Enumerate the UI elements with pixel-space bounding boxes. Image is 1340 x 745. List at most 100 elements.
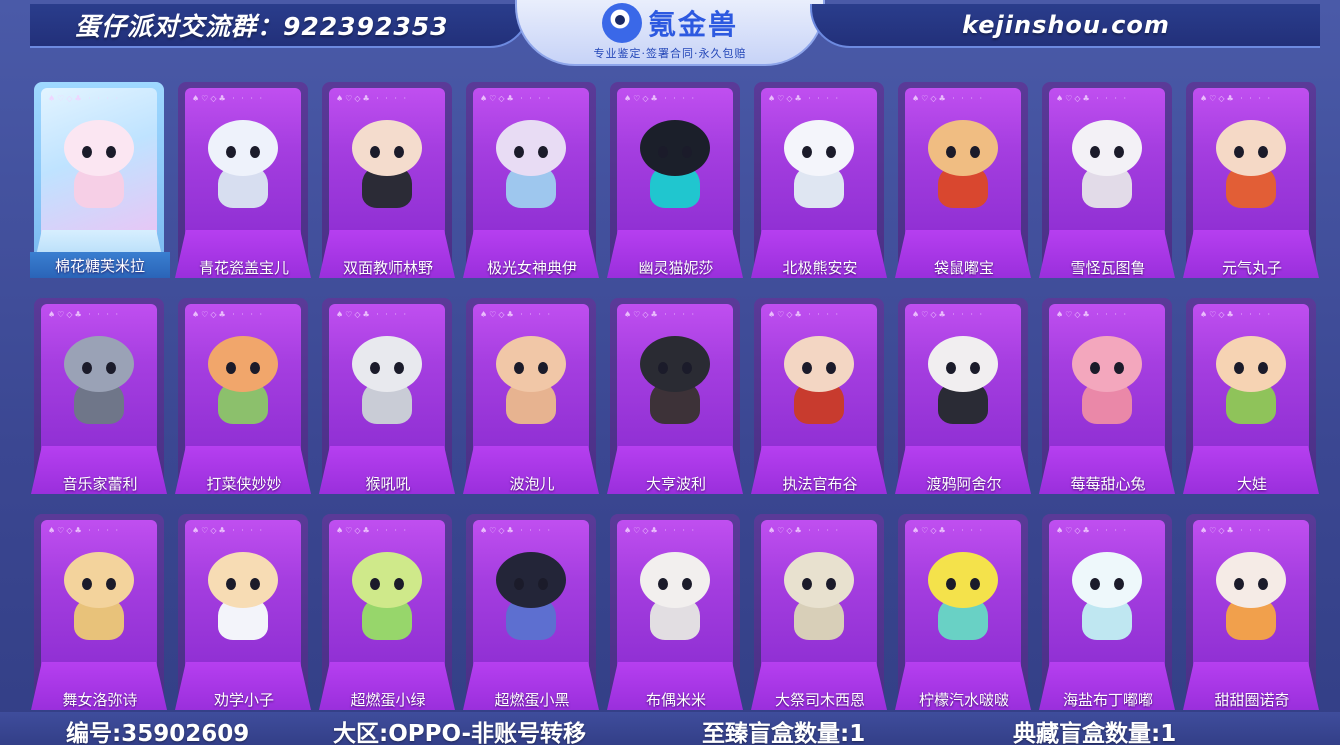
character-figure (348, 336, 426, 428)
site-url[interactable]: kejinshou.com (962, 11, 1170, 39)
skin-card[interactable]: ♠♡◇♣ · · · · 大祭司木西恩 (748, 512, 892, 728)
skin-name: 袋鼠嘟宝 (933, 258, 994, 277)
skin-card[interactable]: ♠♡◇♣ · · · · 北极熊安安 (748, 80, 892, 296)
card-suit-marks: ♠♡◇♣ · · · · (768, 310, 841, 319)
figure-head (1072, 552, 1142, 608)
skin-name: 劝学小子 (213, 690, 274, 709)
character-figure (1212, 552, 1290, 644)
card-suit-marks: ♠♡◇♣ · · · · (192, 310, 265, 319)
figure-eye (1090, 578, 1100, 590)
character-figure (204, 552, 282, 644)
figure-head (784, 336, 854, 392)
skin-name: 超燃蛋小黑 (494, 690, 570, 709)
logo-row: 氪金兽 (601, 3, 738, 43)
figure-eye (514, 578, 524, 590)
skin-card[interactable]: ♠♡◇♣ · · · · 幽灵猫妮莎 (604, 80, 748, 296)
figure-eye (226, 146, 236, 158)
figure-head (784, 552, 854, 608)
figure-head (496, 552, 566, 608)
figure-eye (826, 578, 836, 590)
figure-head (352, 336, 422, 392)
site-info-panel: kejinshou.com (810, 4, 1320, 48)
character-figure (780, 336, 858, 428)
account-id: 编号:35902609 (66, 721, 250, 745)
skin-card[interactable]: ♠♡◇♣ · · · · 猴吼吼 (316, 296, 460, 512)
figure-head (1216, 336, 1286, 392)
skin-name: 海盐布丁嘟嘟 (1062, 690, 1153, 709)
figure-eye (514, 362, 524, 374)
figure-eye (538, 146, 548, 158)
figure-head (64, 120, 134, 176)
skin-card[interactable]: ♠♡◇♣ · · · · 音乐家蕾利 (28, 296, 172, 512)
skin-card[interactable]: ♠♡◇♣ · · · · 青花瓷盖宝儿 (172, 80, 316, 296)
character-figure (492, 336, 570, 428)
skin-card[interactable]: ♠♡◇♣ · · · · 双面教师林野 (316, 80, 460, 296)
figure-eye (250, 578, 260, 590)
card-suit-marks: ♠♡◇♣ · · · · (1200, 94, 1273, 103)
skin-name: 大亨波利 (645, 474, 706, 493)
skin-card[interactable]: ♠♡◇♣ · · · · 超燃蛋小绿 (316, 512, 460, 728)
skin-card[interactable]: ♠♡◇♣ · · · · 大亨波利 (604, 296, 748, 512)
character-figure (1068, 336, 1146, 428)
card-suit-marks: ♠♡◇♣ · · · · (48, 94, 121, 103)
skin-card[interactable]: ♠♡◇♣ · · · · 劝学小子 (172, 512, 316, 728)
character-figure (60, 336, 138, 428)
figure-eye (970, 578, 980, 590)
figure-eye (826, 362, 836, 374)
character-figure (1212, 120, 1290, 212)
figure-eye (1090, 362, 1100, 374)
figure-head (640, 552, 710, 608)
skin-card[interactable]: ♠♡◇♣ · · · · 雪怪瓦图鲁 (1036, 80, 1180, 296)
skin-name: 极光女神典伊 (486, 258, 577, 277)
figure-eye (1234, 362, 1244, 374)
brand-logo[interactable]: 氪金兽 专业鉴定·签署合同·永久包赔 (515, 0, 825, 66)
figure-eye (394, 578, 404, 590)
figure-head (928, 336, 998, 392)
character-figure (60, 120, 138, 212)
character-figure (636, 120, 714, 212)
card-suit-marks: ♠♡◇♣ · · · · (624, 94, 697, 103)
figure-eye (682, 146, 692, 158)
skin-card[interactable]: ♠♡◇♣ · · · · 莓莓甜心兔 (1036, 296, 1180, 512)
account-summary-bar: 编号:35902609 大区:OPPO-非账号转移 至臻盲盒数量:1 典藏盲盒数… (0, 712, 1340, 745)
character-figure (348, 120, 426, 212)
skin-card[interactable]: ♠♡◇♣ · · · · 棉花糖芙米拉 (28, 80, 172, 296)
skin-card[interactable]: ♠♡◇♣ · · · · 甜甜圈诺奇 (1180, 512, 1324, 728)
card-suit-marks: ♠♡◇♣ · · · · (336, 94, 409, 103)
skin-name: 舞女洛弥诗 (62, 690, 138, 709)
skin-card[interactable]: ♠♡◇♣ · · · · 波泡儿 (460, 296, 604, 512)
skin-card[interactable]: ♠♡◇♣ · · · · 舞女洛弥诗 (28, 512, 172, 728)
card-suit-marks: ♠♡◇♣ · · · · (48, 310, 121, 319)
skin-card[interactable]: ♠♡◇♣ · · · · 元气丸子 (1180, 80, 1324, 296)
figure-eye (370, 578, 380, 590)
figure-eye (394, 362, 404, 374)
skin-card[interactable]: ♠♡◇♣ · · · · 极光女神典伊 (460, 80, 604, 296)
character-figure (636, 336, 714, 428)
figure-head (1216, 552, 1286, 608)
skin-card[interactable]: ♠♡◇♣ · · · · 打菜侠妙妙 (172, 296, 316, 512)
card-suit-marks: ♠♡◇♣ · · · · (1200, 526, 1273, 535)
figure-eye (1114, 146, 1124, 158)
skin-name: 波泡儿 (509, 474, 555, 493)
skin-card[interactable]: ♠♡◇♣ · · · · 布偶米米 (604, 512, 748, 728)
skin-name: 幽灵猫妮莎 (638, 258, 714, 277)
skin-card[interactable]: ♠♡◇♣ · · · · 袋鼠嘟宝 (892, 80, 1036, 296)
skin-card[interactable]: ♠♡◇♣ · · · · 柠檬汽水啵啵 (892, 512, 1036, 728)
character-figure (1068, 552, 1146, 644)
figure-eye (538, 362, 548, 374)
skin-name: 执法官布谷 (782, 474, 858, 493)
figure-eye (946, 362, 956, 374)
skin-card[interactable]: ♠♡◇♣ · · · · 大娃 (1180, 296, 1324, 512)
figure-eye (1114, 362, 1124, 374)
skin-card[interactable]: ♠♡◇♣ · · · · 执法官布谷 (748, 296, 892, 512)
skin-card[interactable]: ♠♡◇♣ · · · · 海盐布丁嘟嘟 (1036, 512, 1180, 728)
skin-card[interactable]: ♠♡◇♣ · · · · 渡鸦阿舍尔 (892, 296, 1036, 512)
figure-eye (802, 146, 812, 158)
skin-card[interactable]: ♠♡◇♣ · · · · 超燃蛋小黑 (460, 512, 604, 728)
skin-name: 北极熊安安 (782, 258, 858, 277)
figure-eye (226, 578, 236, 590)
figure-eye (1258, 578, 1268, 590)
figure-head (1216, 120, 1286, 176)
character-figure (780, 552, 858, 644)
figure-head (928, 552, 998, 608)
